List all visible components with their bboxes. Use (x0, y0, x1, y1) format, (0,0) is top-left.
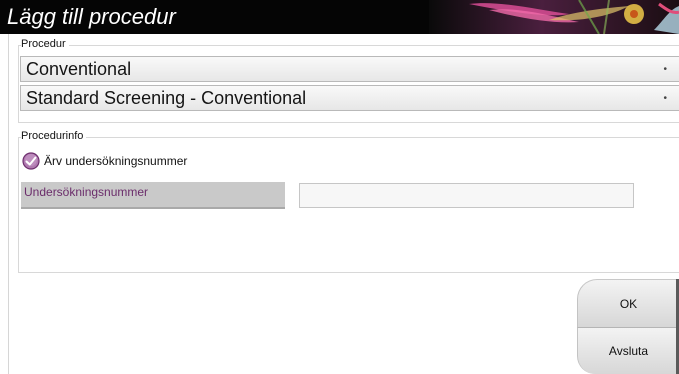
standard-procedure-select[interactable]: Standard Screening - Conventional • (20, 85, 679, 111)
dialog-title: Lägg till procedur (7, 4, 176, 29)
flower-banner-image (429, 0, 679, 34)
left-divider (8, 34, 9, 374)
procedure-select-value: Conventional (26, 59, 132, 79)
procedure-select[interactable]: Conventional • (20, 56, 679, 82)
inherit-exam-number-label: Ärv undersökningsnummer (44, 154, 188, 168)
procedure-group-label: Procedur (21, 38, 69, 50)
cancel-button[interactable]: Avsluta (577, 327, 679, 374)
ok-button[interactable]: OK (577, 279, 679, 327)
checkmark-circle-icon (22, 152, 40, 170)
standard-procedure-select-value: Standard Screening - Conventional (26, 88, 307, 108)
exam-number-label: Undersökningsnummer (21, 182, 285, 209)
chevron-down-icon: • (663, 93, 667, 104)
title-bar: Lägg till procedur (0, 0, 679, 34)
procedure-info-group-label: Procedurinfo (21, 130, 87, 142)
exam-number-input[interactable] (299, 183, 634, 208)
chevron-down-icon: • (663, 64, 667, 75)
